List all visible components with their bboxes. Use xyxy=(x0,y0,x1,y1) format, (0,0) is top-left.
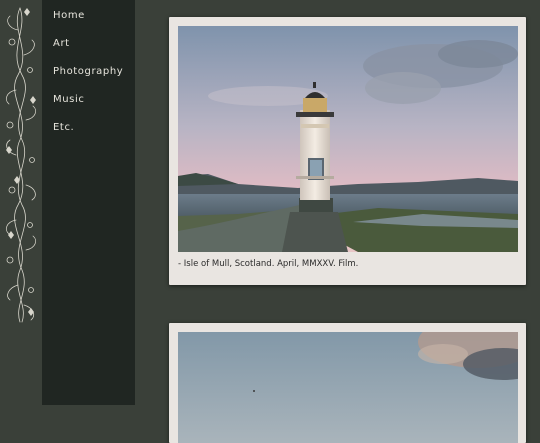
polaroid-post: - Isle of Mull, Scotland. April, MMXXV. … xyxy=(169,17,526,285)
vine-decoration xyxy=(0,0,42,405)
nav-item-home[interactable]: Home xyxy=(53,10,85,21)
photo-caption: - Isle of Mull, Scotland. April, MMXXV. … xyxy=(178,259,359,269)
lighthouse-photo-icon xyxy=(178,26,518,252)
nav-item-etc[interactable]: Etc. xyxy=(53,122,74,133)
vine-ornament-icon xyxy=(5,7,37,323)
main-content: - Isle of Mull, Scotland. April, MMXXV. … xyxy=(135,0,540,443)
nav-item-music[interactable]: Music xyxy=(53,94,84,105)
sidebar-nav: Home Art Photography Music Etc. xyxy=(42,0,135,405)
nav-item-art[interactable]: Art xyxy=(53,38,70,49)
sky-photo-icon xyxy=(178,332,518,443)
nav-item-photography[interactable]: Photography xyxy=(53,66,123,77)
polaroid-post xyxy=(169,323,526,443)
